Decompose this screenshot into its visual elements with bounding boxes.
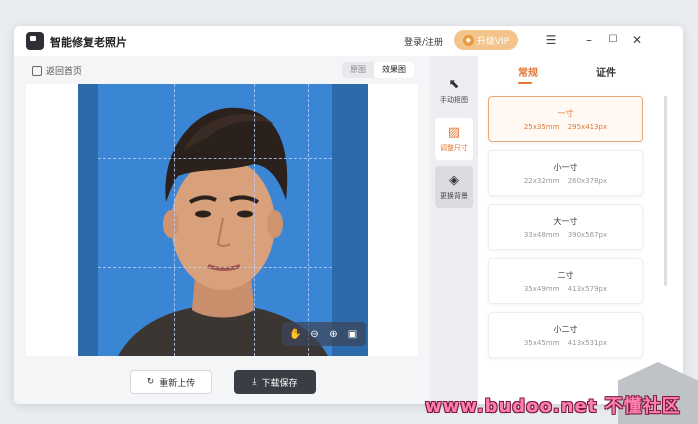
fit-screen-icon[interactable]: ▣: [346, 329, 360, 340]
preview-panel: 返回首页 原图 效果图 ✋ ⊖ ⊕ ▣ ↻ 重新上传 ⤓ 下载保存: [14, 56, 430, 404]
menu-icon[interactable]: ☰: [542, 31, 560, 49]
view-result-tab[interactable]: 效果图: [374, 62, 414, 78]
crop-guide-line: [98, 158, 332, 159]
size-name: 小一寸: [553, 163, 578, 172]
tool-label: 调整尺寸: [440, 143, 468, 152]
reupload-button[interactable]: ↻ 重新上传: [130, 370, 212, 394]
crop-guide-line: [98, 267, 332, 268]
download-save-button[interactable]: ⤓ 下载保存: [234, 370, 316, 394]
size-panel: 常规 证件 一寸 25x35mm 295x413px 小一寸 22x32mm 2…: [478, 56, 683, 404]
tab-underline: [518, 82, 532, 84]
size-dims: 33x48mm 390x567px: [489, 231, 642, 239]
tool-resize[interactable]: ▨ 调整尺寸: [435, 118, 473, 160]
minimize-icon[interactable]: –: [580, 31, 598, 49]
paint-bucket-icon: ◈: [449, 172, 459, 188]
reupload-label: 重新上传: [159, 378, 196, 389]
size-option[interactable]: 小一寸 22x32mm 260x378px: [488, 150, 643, 196]
size-px: 295x413px: [567, 123, 608, 131]
size-list-scrollbar[interactable]: [664, 96, 667, 286]
refresh-icon: ↻: [146, 377, 155, 387]
vip-diamond-icon: ◆: [462, 34, 474, 46]
size-option[interactable]: 二寸 35x49mm 413x579px: [488, 258, 643, 304]
photo-canvas: ✋ ⊖ ⊕ ▣: [26, 84, 418, 356]
size-px: 413x531px: [567, 339, 608, 347]
tool-label: 更换背景: [440, 191, 468, 200]
zoom-in-icon[interactable]: ⊕: [327, 329, 341, 340]
crop-guide-line: [308, 84, 309, 356]
download-save-label: 下载保存: [261, 378, 298, 389]
tool-rail: ⬉ 手动抠图 ▨ 调整尺寸 ◈ 更换背景: [430, 56, 478, 404]
view-toggle: 原图 效果图: [342, 62, 414, 78]
size-px: 390x567px: [567, 231, 608, 239]
back-home-button[interactable]: 返回首页: [32, 64, 82, 77]
size-px: 413x579px: [567, 285, 608, 293]
size-mm: 35x45mm: [523, 339, 560, 347]
close-icon[interactable]: ✕: [628, 31, 646, 49]
back-home-label: 返回首页: [46, 67, 83, 77]
size-mm: 35x49mm: [523, 285, 560, 293]
zoom-out-icon[interactable]: ⊖: [308, 329, 322, 340]
size-mm: 22x32mm: [523, 177, 560, 185]
crop-guide-line: [254, 84, 255, 356]
size-name: 小二寸: [553, 325, 578, 334]
app-title: 智能修复老照片: [50, 36, 127, 49]
app-window: 智能修复老照片 登录/注册 ◆ 升级VIP ☰ – ☐ ✕ 返回首页 原图 效果…: [14, 26, 683, 404]
size-tabs: 常规 证件: [478, 56, 683, 86]
size-mm: 25x35mm: [523, 123, 560, 131]
size-name: 二寸: [557, 271, 574, 280]
hand-pan-icon[interactable]: ✋: [289, 329, 303, 340]
title-bar: 智能修复老照片 登录/注册 ◆ 升级VIP ☰ – ☐ ✕: [14, 26, 683, 56]
person-illustration: [118, 107, 328, 356]
tab-id-photo[interactable]: 证件: [596, 64, 616, 79]
size-option[interactable]: 大一寸 33x48mm 390x567px: [488, 204, 643, 250]
upgrade-vip-label: 升级VIP: [476, 36, 510, 47]
crop-icon: ▨: [447, 124, 461, 140]
tool-change-background[interactable]: ◈ 更换背景: [435, 166, 473, 208]
size-dims: 25x35mm 295x413px: [489, 123, 642, 131]
size-mm: 33x48mm: [523, 231, 560, 239]
size-dims: 22x32mm 260x378px: [489, 177, 642, 185]
upgrade-vip-button[interactable]: ◆ 升级VIP: [454, 30, 518, 50]
view-original-tab[interactable]: 原图: [342, 62, 374, 78]
crop-guide-line: [174, 84, 175, 356]
size-option[interactable]: 小二寸 35x45mm 413x531px: [488, 312, 643, 358]
maximize-icon[interactable]: ☐: [604, 31, 622, 49]
size-option[interactable]: 一寸 25x35mm 295x413px: [488, 96, 643, 142]
size-name: 一寸: [557, 109, 574, 118]
tab-regular[interactable]: 常规: [518, 64, 538, 79]
site-watermark: www.budoo.net 不懂社区: [425, 396, 681, 417]
cursor-icon: ⬉: [448, 76, 460, 92]
tool-label: 手动抠图: [440, 95, 468, 104]
login-register-link[interactable]: 登录/注册: [404, 35, 443, 48]
app-logo-icon: [26, 32, 44, 50]
download-icon: ⤓: [252, 377, 257, 387]
tool-manual-cutout[interactable]: ⬉ 手动抠图: [435, 70, 473, 112]
size-px: 260x378px: [567, 177, 608, 185]
size-dims: 35x49mm 413x579px: [489, 285, 642, 293]
zoom-toolbar: ✋ ⊖ ⊕ ▣: [282, 322, 366, 346]
portrait-photo: [78, 84, 368, 356]
size-name: 大一寸: [553, 217, 578, 226]
home-icon: [32, 65, 42, 76]
size-dims: 35x45mm 413x531px: [489, 339, 642, 347]
